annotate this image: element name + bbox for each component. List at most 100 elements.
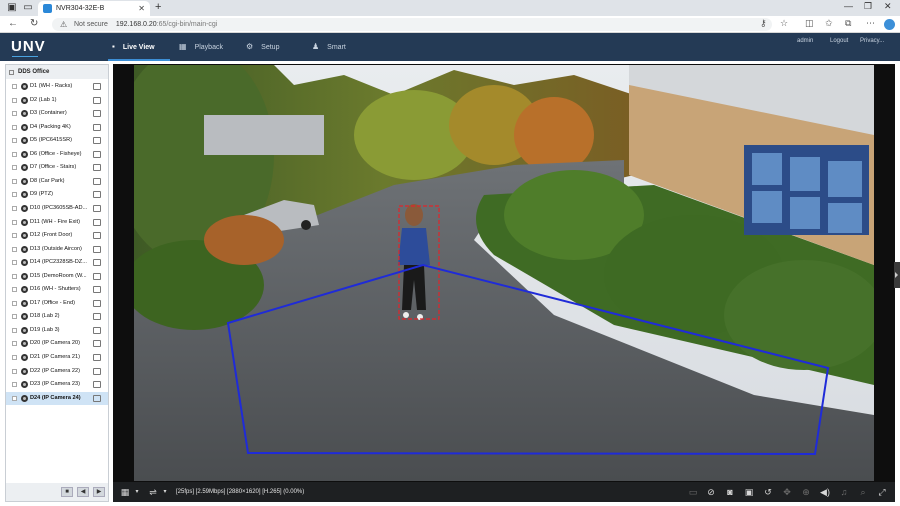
camera-item[interactable]: D1 (WH - Racks) xyxy=(6,80,108,93)
camera-item[interactable]: D3 (Container) xyxy=(6,107,108,120)
camera-item[interactable]: D5 (IPC6415SR) xyxy=(6,134,108,147)
panel-expand-handle[interactable] xyxy=(894,262,900,288)
camera-item[interactable]: D2 (Lab 1) xyxy=(6,94,108,107)
record-status-icon[interactable] xyxy=(93,177,101,185)
talk-icon[interactable]: ♫ xyxy=(838,486,850,498)
display-mode-icon[interactable]: ▭ xyxy=(687,486,699,498)
camera-item[interactable]: D17 (Office - End) xyxy=(6,297,108,310)
record-status-icon[interactable] xyxy=(93,96,101,104)
record-status-icon[interactable] xyxy=(93,394,101,402)
ptz-icon[interactable]: ✥ xyxy=(781,486,793,498)
record-status-icon[interactable] xyxy=(93,259,101,267)
record-status-icon[interactable] xyxy=(93,367,101,375)
nav-setup[interactable]: ⚙ Setup xyxy=(246,33,279,61)
record-icon[interactable]: ▣ xyxy=(743,486,755,498)
stream-type-icon[interactable]: ⇌ xyxy=(147,486,159,498)
layout-grid-icon[interactable]: ▦ xyxy=(119,486,131,498)
browser-profile-icon[interactable]: ▣ xyxy=(6,2,18,14)
record-status-icon[interactable] xyxy=(93,191,101,199)
camera-item[interactable]: D15 (DemoRoom (W... xyxy=(6,270,108,283)
camera-item[interactable]: D23 (IP Camera 23) xyxy=(6,378,108,391)
zoom-in-icon[interactable]: ⌕ xyxy=(857,486,869,498)
key-icon[interactable]: ⚷ xyxy=(760,18,767,29)
camera-item[interactable]: D18 (Lab 2) xyxy=(6,310,108,323)
more-menu-icon[interactable]: ⋯ xyxy=(866,18,875,29)
user-admin[interactable]: admin xyxy=(797,33,813,51)
record-status-icon[interactable] xyxy=(93,204,101,212)
url-field[interactable]: ⚠ Not secure 192.168.0.20:65/cgi-bin/mai… xyxy=(52,18,772,31)
nav-smart[interactable]: ♟ Smart xyxy=(312,33,346,61)
camera-item[interactable]: D21 (IP Camera 21) xyxy=(6,351,108,364)
close-tab-icon[interactable]: ✕ xyxy=(138,1,145,16)
live-video-area[interactable] xyxy=(113,64,895,482)
back-icon[interactable]: ← xyxy=(8,18,18,29)
camera-item[interactable]: D10 (IPC3605SB-AD... xyxy=(6,202,108,215)
camera-item[interactable]: D16 (WH - Shutters) xyxy=(6,283,108,296)
layout-dropdown-icon[interactable]: ▾ xyxy=(131,486,143,498)
audio-icon[interactable]: ◀) xyxy=(819,486,831,498)
close-window-icon[interactable]: ✕ xyxy=(884,1,892,12)
browser-tab[interactable]: NVR304-32E-B ✕ xyxy=(38,1,150,16)
record-status-icon[interactable] xyxy=(93,137,101,145)
instant-playback-icon[interactable]: ↺ xyxy=(762,486,774,498)
stream-dropdown-icon[interactable]: ▾ xyxy=(159,486,171,498)
minimize-icon[interactable]: — xyxy=(844,1,853,11)
record-status-icon[interactable] xyxy=(93,381,101,389)
nav-live-view[interactable]: ▪ Live View xyxy=(112,33,155,61)
camera-label: D23 (IP Camera 23) xyxy=(30,381,80,388)
refresh-icon[interactable]: ↻ xyxy=(30,18,38,29)
device-group-header[interactable]: DDS Office xyxy=(6,65,108,79)
next-page-button[interactable]: ▶ xyxy=(93,487,105,497)
prev-page-button[interactable]: ◀ xyxy=(77,487,89,497)
favorites-icon[interactable]: ✩ xyxy=(825,18,833,29)
record-status-icon[interactable] xyxy=(93,326,101,334)
camera-item[interactable]: D20 (IP Camera 20) xyxy=(6,337,108,350)
record-status-icon[interactable] xyxy=(93,83,101,90)
record-status-icon[interactable] xyxy=(93,232,101,240)
record-status-icon[interactable] xyxy=(93,286,101,294)
digital-zoom-icon[interactable]: ⊕ xyxy=(800,486,812,498)
camera-item[interactable]: D11 (WH - Fire Exit) xyxy=(6,216,108,229)
record-status-icon[interactable] xyxy=(93,299,101,307)
camera-item[interactable]: D4 (Packing 4K) xyxy=(6,121,108,134)
record-status-icon[interactable] xyxy=(93,313,101,321)
tab-actions-icon[interactable]: ▭ xyxy=(22,2,34,14)
record-status-icon[interactable] xyxy=(93,150,101,158)
nav-setup-label: Setup xyxy=(261,44,280,51)
copilot-icon[interactable] xyxy=(884,19,895,30)
record-status-icon[interactable] xyxy=(93,340,101,348)
fullscreen-icon[interactable]: ⤢ xyxy=(876,486,888,498)
stop-all-button[interactable]: ■ xyxy=(61,487,73,497)
camera-video-feed[interactable] xyxy=(134,65,874,481)
camera-item[interactable]: D19 (Lab 3) xyxy=(6,324,108,337)
nav-playback[interactable]: ▦ Playback xyxy=(179,33,223,61)
record-status-icon[interactable] xyxy=(93,272,101,280)
camera-item[interactable]: D9 (PTZ) xyxy=(6,188,108,201)
record-status-icon[interactable] xyxy=(93,110,101,118)
camera-item[interactable]: D13 (Outside Aircon) xyxy=(6,243,108,256)
camera-item[interactable]: D8 (Car Park) xyxy=(6,175,108,188)
restore-icon[interactable]: ❐ xyxy=(864,1,872,12)
camera-item[interactable]: D7 (Office - Stairs) xyxy=(6,161,108,174)
record-status-icon[interactable] xyxy=(93,354,101,361)
camera-item[interactable]: D24 (IP Camera 24) xyxy=(6,391,108,405)
favorite-star-icon[interactable]: ☆ xyxy=(780,18,788,29)
camera-icon xyxy=(21,354,28,361)
logout-link[interactable]: Logout xyxy=(830,33,848,51)
camera-item[interactable]: D22 (IP Camera 22) xyxy=(6,365,108,378)
collections-icon[interactable]: ⧉ xyxy=(845,18,851,29)
split-screen-icon[interactable]: ◫ xyxy=(805,18,814,29)
privacy-link[interactable]: Privacy... xyxy=(860,33,884,51)
group-collapse-icon[interactable] xyxy=(9,70,14,75)
record-status-icon[interactable] xyxy=(93,218,101,226)
record-status-icon[interactable] xyxy=(93,164,101,172)
camera-item[interactable]: D6 (Office - Fisheye) xyxy=(6,148,108,161)
snapshot-icon[interactable]: ◙ xyxy=(724,486,736,498)
camera-item[interactable]: D14 (IPC2328SB-DZ... xyxy=(6,256,108,269)
camera-item[interactable]: D12 (Front Door) xyxy=(6,229,108,242)
new-tab-icon[interactable]: + xyxy=(155,1,161,13)
logo-underline xyxy=(12,56,38,57)
record-status-icon[interactable] xyxy=(93,245,101,253)
record-status-icon[interactable] xyxy=(93,123,101,131)
stop-live-icon[interactable]: ⊘ xyxy=(705,486,717,498)
